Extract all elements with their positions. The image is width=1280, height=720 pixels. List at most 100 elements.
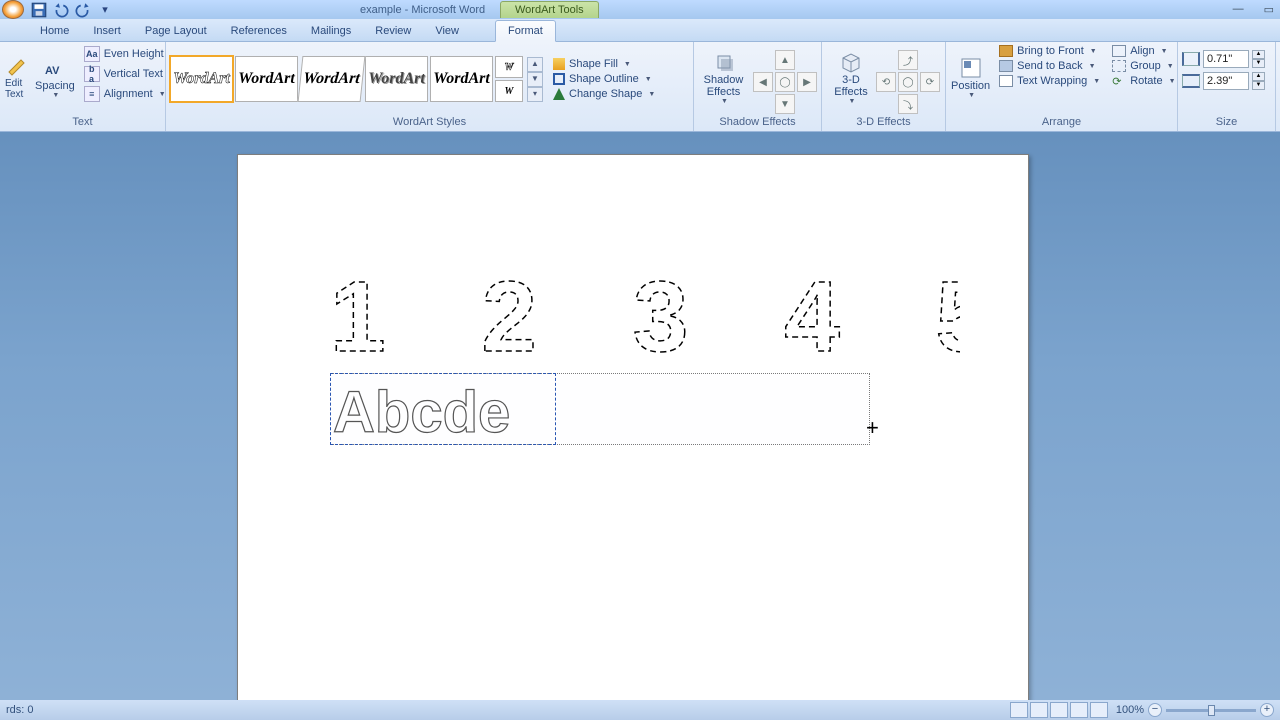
- group-label-shadow: Shadow Effects: [698, 114, 817, 131]
- office-button[interactable]: [2, 0, 24, 19]
- text-wrapping-dropdown[interactable]: Text Wrapping▼: [995, 74, 1104, 88]
- shadow-nudge-grid: ▲ ◀◯▶ ▼: [753, 50, 817, 114]
- change-shape-icon: [553, 88, 565, 100]
- align-icon: [1112, 45, 1126, 57]
- position-button[interactable]: Position▼: [950, 44, 991, 110]
- zoom-out-button[interactable]: −: [1148, 703, 1162, 717]
- shadow-nudge-right[interactable]: ▶: [797, 72, 817, 92]
- zoom-level[interactable]: 100%: [1116, 704, 1144, 716]
- group-icon: [1112, 60, 1126, 72]
- tilt-left[interactable]: ⟲: [876, 72, 896, 92]
- redo-icon[interactable]: [74, 2, 92, 18]
- style-thumb-7[interactable]: W: [495, 80, 523, 102]
- zoom-slider[interactable]: [1166, 709, 1256, 712]
- bring-to-front-dropdown[interactable]: Bring to Front▼: [995, 44, 1104, 58]
- alignment-dropdown[interactable]: ≡Alignment▼: [80, 84, 170, 104]
- even-height-icon: Aa: [84, 46, 100, 62]
- svg-text:AV: AV: [45, 65, 60, 77]
- style-thumb-6[interactable]: W: [495, 56, 523, 78]
- tilt-down[interactable]: ⤵: [898, 94, 918, 114]
- height-input[interactable]: [1203, 50, 1249, 68]
- contextual-tab-label: WordArt Tools: [500, 1, 599, 18]
- svg-text:Abcde: Abcde: [333, 380, 510, 445]
- tab-page-layout[interactable]: Page Layout: [133, 21, 219, 41]
- align-dropdown[interactable]: Align▼: [1108, 44, 1179, 58]
- shape-outline-dropdown[interactable]: Shape Outline▼: [549, 72, 659, 86]
- document-title: example - Microsoft Word: [360, 4, 485, 16]
- tab-mailings[interactable]: Mailings: [299, 21, 363, 41]
- shadow-nudge-left[interactable]: ◀: [753, 72, 773, 92]
- word-count[interactable]: rds: 0: [6, 704, 1010, 716]
- tab-insert[interactable]: Insert: [81, 21, 133, 41]
- width-input[interactable]: [1203, 72, 1249, 90]
- tab-references[interactable]: References: [219, 21, 299, 41]
- wordart-letters-selection[interactable]: Abcde: [330, 373, 556, 445]
- style-thumb-3[interactable]: WordArt: [298, 56, 366, 102]
- minimize-icon[interactable]: —: [1233, 3, 1244, 16]
- text-wrap-icon: [999, 75, 1013, 87]
- view-print-layout[interactable]: [1010, 702, 1028, 718]
- edit-text-button[interactable]: Edit Text: [4, 44, 30, 110]
- send-back-icon: [999, 60, 1013, 72]
- shadow-nudge-up[interactable]: ▲: [775, 50, 795, 70]
- qat-dropdown-icon[interactable]: ▾: [96, 2, 114, 18]
- width-spinner[interactable]: ▲▼: [1252, 72, 1265, 90]
- ribbon: Edit Text AV Spacing ▼ AaEven Height baV…: [0, 42, 1280, 132]
- width-icon: [1182, 74, 1200, 88]
- send-to-back-dropdown[interactable]: Send to Back▼: [995, 59, 1104, 73]
- save-icon[interactable]: [30, 2, 48, 18]
- rotate-icon: ⟳: [1112, 75, 1126, 87]
- paint-bucket-icon: [553, 58, 565, 70]
- 3d-tilt-grid: ⤴ ⟲◯⟳ ⤵: [876, 50, 940, 114]
- maximize-icon[interactable]: ▭: [1264, 3, 1274, 16]
- shadow-effects-button[interactable]: Shadow Effects▼: [698, 44, 749, 110]
- undo-icon[interactable]: [52, 2, 70, 18]
- title-bar: ▾ example - Microsoft Word WordArt Tools…: [0, 0, 1280, 19]
- change-shape-dropdown[interactable]: Change Shape▼: [549, 87, 659, 101]
- gallery-scroll[interactable]: ▲▼▾: [527, 57, 543, 102]
- view-full-screen[interactable]: [1030, 702, 1048, 718]
- shadow-nudge-down[interactable]: ▼: [775, 94, 795, 114]
- even-height-toggle[interactable]: AaEven Height: [80, 44, 170, 64]
- tilt-reset[interactable]: ◯: [898, 72, 918, 92]
- group-label-3d: 3-D Effects: [826, 114, 941, 131]
- bring-front-icon: [999, 45, 1013, 57]
- document-viewport[interactable]: 1 2 3 4 5 Abcde +: [0, 132, 1280, 700]
- view-web[interactable]: [1050, 702, 1068, 718]
- style-thumb-2[interactable]: WordArt: [235, 56, 298, 102]
- pen-outline-icon: [553, 73, 565, 85]
- view-draft[interactable]: [1090, 702, 1108, 718]
- tab-view[interactable]: View: [423, 21, 471, 41]
- crosshair-cursor-icon: +: [866, 415, 879, 441]
- tilt-right[interactable]: ⟳: [920, 72, 940, 92]
- wordart-numbers[interactable]: 1 2 3 4 5: [330, 251, 960, 369]
- ribbon-tabs: Home Insert Page Layout References Maili…: [0, 19, 1280, 42]
- shadow-toggle[interactable]: ◯: [775, 72, 795, 92]
- tab-home[interactable]: Home: [28, 21, 81, 41]
- view-outline[interactable]: [1070, 702, 1088, 718]
- 3d-effects-button[interactable]: 3-D Effects▼: [826, 44, 876, 110]
- rotate-dropdown[interactable]: ⟳Rotate▼: [1108, 74, 1179, 88]
- style-thumb-5[interactable]: WordArt: [430, 56, 493, 102]
- zoom-in-button[interactable]: +: [1260, 703, 1274, 717]
- tab-format[interactable]: Format: [495, 20, 556, 42]
- page[interactable]: 1 2 3 4 5 Abcde +: [237, 154, 1029, 700]
- style-thumb-1[interactable]: WordArt: [170, 56, 233, 102]
- tab-review[interactable]: Review: [363, 21, 423, 41]
- group-dropdown[interactable]: Group▼: [1108, 59, 1179, 73]
- status-bar: rds: 0 100% − +: [0, 700, 1280, 720]
- vertical-text-icon: ba: [84, 66, 100, 82]
- style-thumb-4[interactable]: WordArt: [365, 56, 428, 102]
- group-label-size: Size: [1182, 114, 1271, 131]
- group-label-styles: WordArt Styles: [170, 114, 689, 131]
- tilt-up[interactable]: ⤴: [898, 50, 918, 70]
- group-label-text: Text: [4, 114, 161, 131]
- alignment-icon: ≡: [84, 86, 100, 102]
- group-label-arrange: Arrange: [950, 114, 1173, 131]
- spacing-button[interactable]: AV Spacing ▼: [34, 44, 76, 110]
- wordart-styles-gallery: WordArt WordArt WordArt WordArt WordArt …: [170, 56, 543, 102]
- vertical-text-toggle[interactable]: baVertical Text: [80, 64, 170, 84]
- shape-fill-dropdown[interactable]: Shape Fill▼: [549, 57, 659, 71]
- height-icon: [1182, 52, 1200, 66]
- height-spinner[interactable]: ▲▼: [1252, 50, 1265, 68]
